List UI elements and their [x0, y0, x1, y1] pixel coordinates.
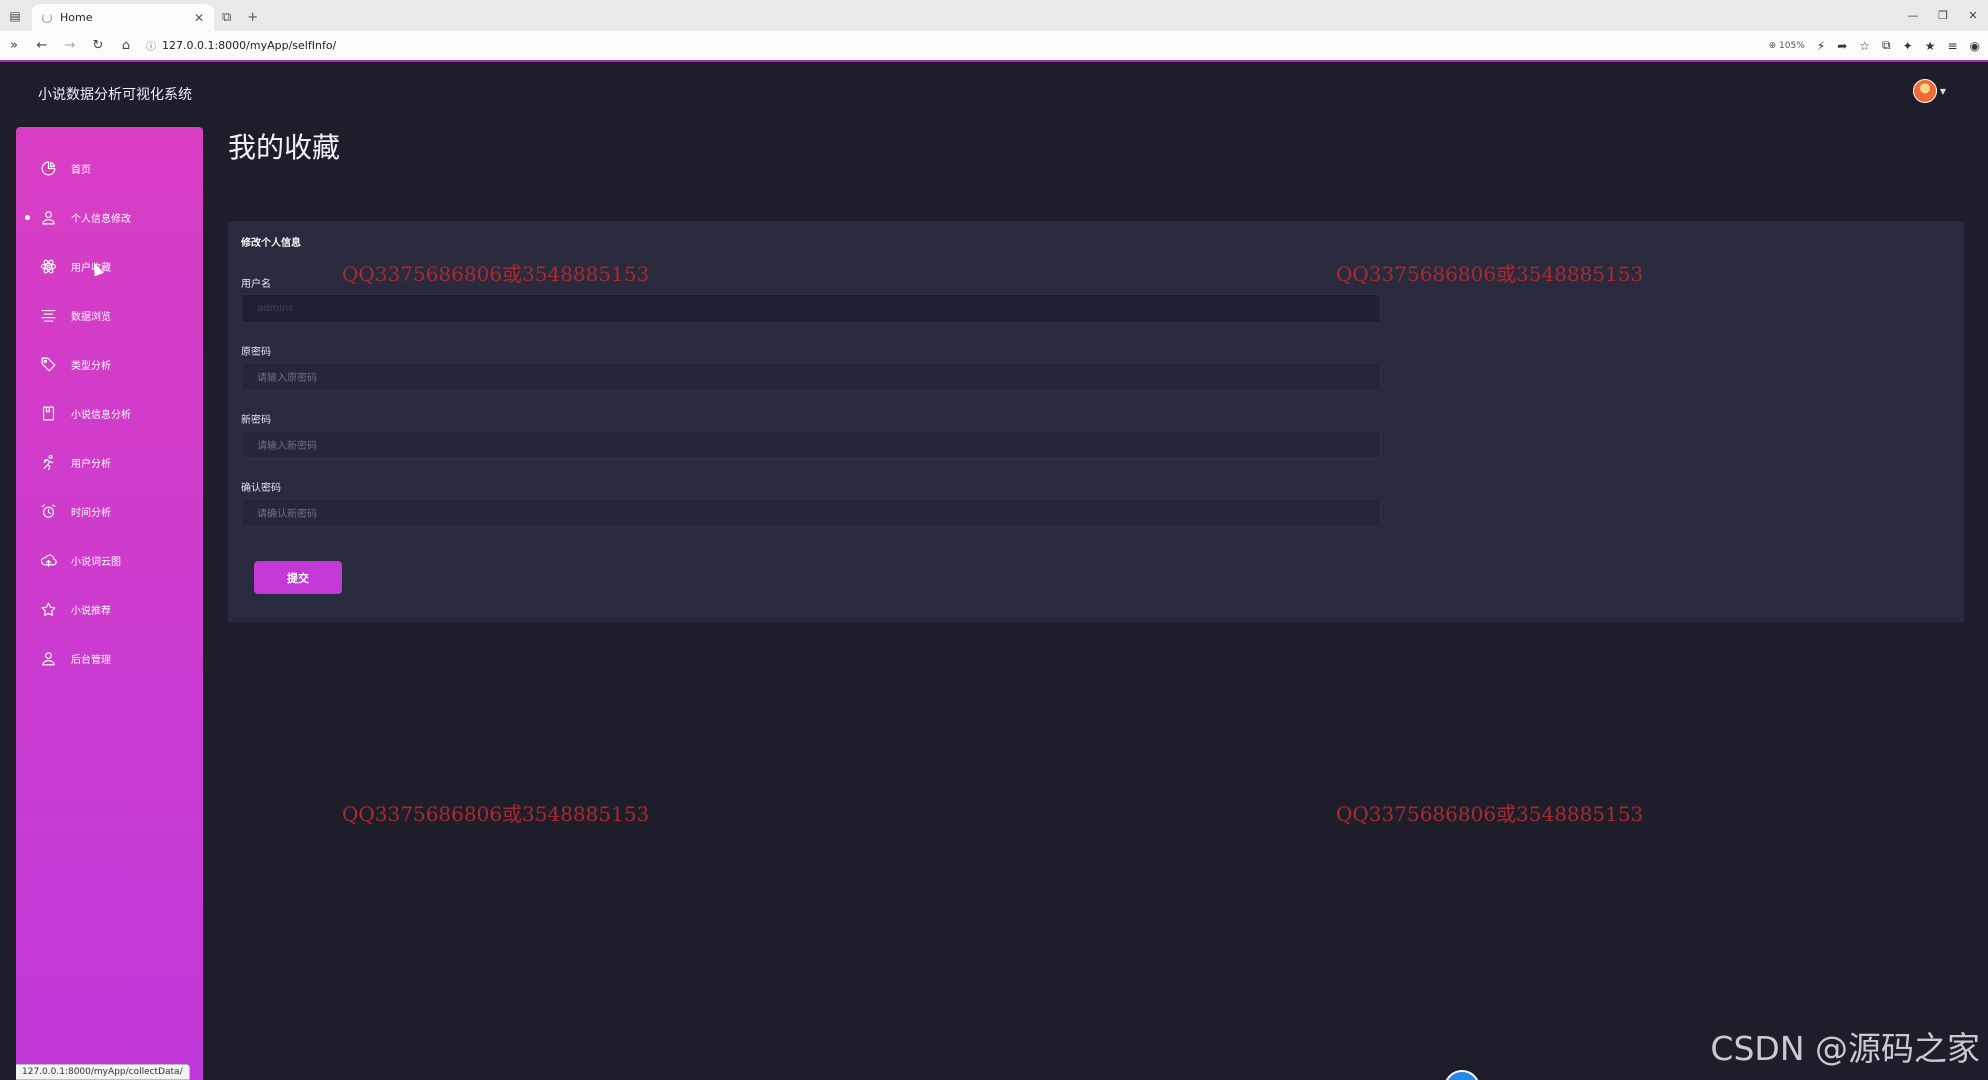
tag-icon	[39, 356, 57, 374]
translate-icon[interactable]: ⧉	[1882, 38, 1891, 53]
loading-spinner-icon	[42, 12, 52, 23]
close-window-icon[interactable]: ✕	[1958, 0, 1988, 31]
star-icon	[39, 601, 57, 619]
user-icon	[39, 209, 57, 227]
sidebar: 首页 个人信息修改 用户收藏 数据浏览 类型分析 小说信息分析 用户分析 时间分…	[16, 127, 203, 1080]
url-text: 127.0.0.1:8000/myApp/selfInfo/	[162, 39, 337, 52]
expand-icon[interactable]: »	[0, 32, 28, 60]
book-icon	[39, 405, 57, 423]
menu-icon[interactable]: ≡	[1947, 39, 1957, 53]
favorites-icon[interactable]: ★	[1925, 39, 1936, 53]
sidebar-item-label: 后台管理	[71, 655, 111, 666]
sidebar-item-data-browse[interactable]: 数据浏览	[16, 291, 203, 340]
sidebar-item-label: 用户分析	[71, 459, 111, 470]
sidebar-item-label: 小说词云图	[71, 557, 121, 568]
atom-icon	[39, 258, 57, 276]
sidebar-item-admin[interactable]: 后台管理	[16, 634, 203, 683]
active-indicator	[25, 215, 30, 220]
reload-icon[interactable]: ↻	[84, 32, 112, 60]
floating-assistant-button[interactable]	[1444, 1070, 1480, 1080]
user-menu[interactable]: ▼	[1912, 79, 1946, 103]
sidebar-item-label: 小说推荐	[71, 606, 111, 617]
extensions-icon[interactable]: ✦	[1903, 39, 1913, 53]
username-field: admins	[241, 294, 1381, 323]
sidebar-item-novel-analysis[interactable]: 小说信息分析	[16, 389, 203, 438]
old-password-label: 原密码	[241, 347, 271, 358]
submit-button[interactable]: 提交	[254, 561, 342, 594]
home-icon[interactable]: ⌂	[112, 32, 140, 60]
sidebar-item-time-analysis[interactable]: 时间分析	[16, 487, 203, 536]
browser-tab[interactable]: Home ✕	[32, 4, 214, 31]
align-center-icon	[39, 307, 57, 325]
status-bar-url: 127.0.0.1:8000/myApp/collectData/	[16, 1064, 190, 1080]
alarm-clock-icon	[39, 503, 57, 521]
sidebar-item-label: 首页	[71, 165, 91, 176]
new-tab-button[interactable]: +	[239, 4, 266, 31]
profile-icon[interactable]: ◉	[1970, 39, 1980, 53]
watermark-text: QQ3375686806或3548885153	[1336, 802, 1644, 826]
sidebar-nav: 首页 个人信息修改 用户收藏 数据浏览 类型分析 小说信息分析 用户分析 时间分…	[16, 144, 203, 683]
page-title: 我的收藏	[228, 131, 341, 164]
username-label: 用户名	[241, 279, 271, 290]
sidebar-item-favorites[interactable]: 用户收藏	[16, 242, 203, 291]
sidebar-item-label: 时间分析	[71, 508, 111, 519]
bookmark-star-icon[interactable]: ☆	[1859, 39, 1870, 53]
sidebar-item-home[interactable]: 首页	[16, 144, 203, 193]
toolbar-right: ⊕ 105% ⚡ ➦ ☆ ⧉ ✦ ★ ≡ ◉	[1769, 31, 1980, 60]
card-title: 修改个人信息	[241, 238, 301, 249]
zoom-level: 105%	[1779, 40, 1805, 51]
app-header: 小说数据分析可视化系统 ▼	[0, 63, 1988, 123]
lightning-icon[interactable]: ⚡	[1817, 39, 1825, 53]
sidebar-item-label: 类型分析	[71, 361, 111, 372]
sidebar-item-profile-edit[interactable]: 个人信息修改	[16, 193, 203, 242]
sidebar-item-user-analysis[interactable]: 用户分析	[16, 438, 203, 487]
zoom-indicator[interactable]: ⊕ 105%	[1769, 41, 1805, 51]
user-admin-icon	[39, 650, 57, 668]
new-password-label: 新密码	[241, 415, 271, 426]
watermark-text: QQ3375686806或3548885153	[342, 802, 650, 826]
sidebar-toggle-icon[interactable]: ▤	[0, 0, 30, 31]
running-icon	[39, 454, 57, 472]
minimize-icon[interactable]: —	[1898, 0, 1928, 31]
window-controls: — ❐ ✕	[1898, 0, 1988, 31]
restore-icon[interactable]: ❐	[1928, 0, 1958, 31]
tab-title: Home	[60, 11, 93, 24]
url-field[interactable]: ⓘ 127.0.0.1:8000/myApp/selfInfo/	[146, 38, 336, 53]
chevron-down-icon: ▼	[1939, 86, 1946, 96]
watermark-text: QQ3375686806或3548885153	[342, 262, 650, 286]
cloud-upload-icon	[39, 552, 57, 570]
sidebar-item-recommend[interactable]: 小说推荐	[16, 585, 203, 634]
sidebar-item-type-analysis[interactable]: 类型分析	[16, 340, 203, 389]
avatar[interactable]	[1912, 79, 1937, 103]
watermark-text: QQ3375686806或3548885153	[1336, 262, 1644, 286]
new-password-input[interactable]: 请输入新密码	[241, 430, 1381, 459]
confirm-password-input[interactable]: 请确认新密码	[241, 498, 1381, 527]
csdn-watermark: CSDN @源码之家	[1710, 1029, 1980, 1068]
sidebar-item-label: 小说信息分析	[71, 410, 131, 421]
back-icon[interactable]: ←	[28, 32, 56, 60]
app-title: 小说数据分析可视化系统	[38, 87, 192, 103]
close-tab-icon[interactable]: ✕	[194, 11, 204, 25]
old-password-input[interactable]: 请输入原密码	[241, 362, 1381, 391]
tab-actions-icon[interactable]: ⧉	[214, 4, 239, 31]
browser-tab-bar: ▤ Home ✕ ⧉ + — ❐ ✕	[0, 0, 1988, 31]
forward-icon[interactable]: →	[56, 32, 84, 60]
confirm-password-label: 确认密码	[241, 483, 281, 494]
sidebar-item-label: 数据浏览	[71, 312, 111, 323]
sidebar-item-word-cloud[interactable]: 小说词云图	[16, 536, 203, 585]
pie-chart-icon	[39, 160, 57, 178]
sidebar-item-label: 个人信息修改	[71, 214, 131, 225]
info-icon[interactable]: ⓘ	[146, 38, 156, 53]
browser-address-bar: » ← → ↻ ⌂ ⓘ 127.0.0.1:8000/myApp/selfInf…	[0, 31, 1988, 62]
share-icon[interactable]: ➦	[1837, 39, 1847, 53]
